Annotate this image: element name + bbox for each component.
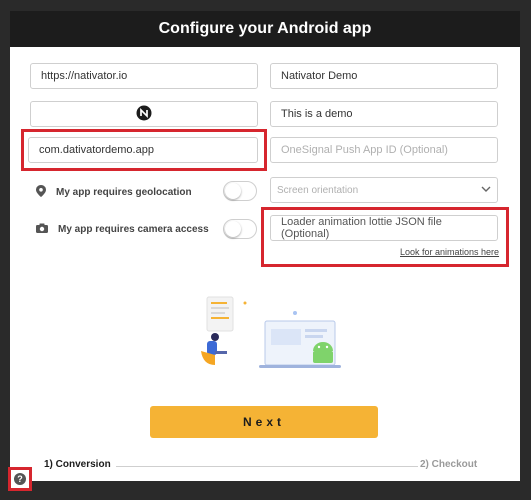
screen-orientation-select[interactable]: Screen orientation <box>270 177 498 203</box>
configure-card: Configure your Android app https://nativ… <box>10 11 520 481</box>
app-name-value: Nativator Demo <box>281 70 358 82</box>
package-id-field[interactable]: com.dativatordemo.app <box>28 137 258 163</box>
conversion-illustration <box>185 293 345 373</box>
geolocation-label: My app requires geolocation <box>56 187 192 198</box>
url-field[interactable]: https://nativator.io <box>30 63 258 89</box>
camera-icon <box>36 223 48 236</box>
nativator-logo-icon <box>136 105 152 124</box>
step-conversion: 1) Conversion <box>44 459 111 470</box>
page-title: Configure your Android app <box>10 11 520 47</box>
onesignal-field[interactable]: OneSignal Push App ID (Optional) <box>270 137 498 163</box>
next-button[interactable]: Next <box>150 406 378 438</box>
logo-upload-field[interactable] <box>30 101 258 127</box>
loader-animation-field[interactable]: Loader animation lottie JSON file (Optio… <box>270 215 498 241</box>
app-name-field[interactable]: Nativator Demo <box>270 63 498 89</box>
geolocation-toggle[interactable] <box>223 181 257 201</box>
location-pin-icon <box>36 185 46 200</box>
animations-link[interactable]: Look for animations here <box>400 247 499 257</box>
description-value: This is a demo <box>281 108 353 120</box>
orientation-placeholder: Screen orientation <box>277 184 359 196</box>
step-checkout: 2) Checkout <box>420 459 478 470</box>
description-field[interactable]: This is a demo <box>270 101 498 127</box>
toggle-knob <box>225 221 241 237</box>
loader-placeholder: Loader animation lottie JSON file (Optio… <box>281 216 442 240</box>
help-icon: ? <box>14 473 26 485</box>
geolocation-row: My app requires geolocation <box>36 185 192 200</box>
url-value: https://nativator.io <box>41 70 128 82</box>
camera-label: My app requires camera access <box>58 224 209 235</box>
camera-toggle[interactable] <box>223 219 257 239</box>
help-button[interactable]: ? <box>8 467 32 491</box>
onesignal-placeholder: OneSignal Push App ID (Optional) <box>281 144 448 156</box>
package-id-value: com.dativatordemo.app <box>39 144 154 156</box>
chevron-down-icon <box>481 185 491 196</box>
step-progress-line <box>116 466 418 467</box>
toggle-knob <box>225 183 241 199</box>
camera-row: My app requires camera access <box>36 223 209 236</box>
